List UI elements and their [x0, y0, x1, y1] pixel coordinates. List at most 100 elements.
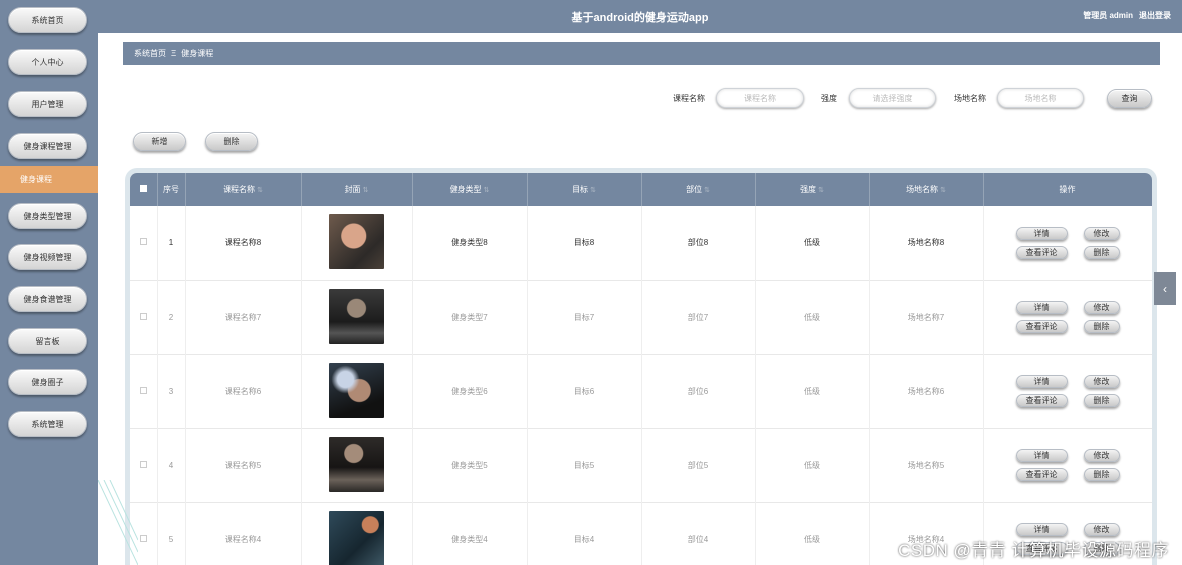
- row-checkbox[interactable]: [139, 238, 147, 246]
- intensity-select[interactable]: [849, 88, 936, 108]
- select-all-header: [130, 173, 158, 206]
- cell-name: 课程名称7: [185, 280, 302, 354]
- cell-intensity: 低级: [755, 280, 870, 354]
- detail-button[interactable]: 详情: [1015, 523, 1068, 536]
- row-delete-button[interactable]: 删除: [1083, 394, 1120, 407]
- sort-icon: ⇅: [362, 187, 369, 194]
- table-row: 4 课程名称5 健身类型5 目标5 部位5 低级 场地名称5 详情 修改 查看评…: [130, 428, 1152, 502]
- cell-goal: 目标7: [527, 280, 642, 354]
- cell-index: 4: [157, 428, 186, 502]
- sidebar-item-type-management[interactable]: 健身类型管理: [8, 203, 87, 229]
- venue-name-input[interactable]: [997, 88, 1084, 108]
- sidebar-item-user-management[interactable]: 用户管理: [8, 91, 87, 117]
- view-comments-button[interactable]: 查看评论: [1015, 245, 1068, 259]
- sidebar-item-message-board[interactable]: 留言板: [8, 328, 87, 354]
- query-button[interactable]: 查询: [1107, 89, 1152, 108]
- delete-button[interactable]: 删除: [205, 132, 258, 151]
- sidebar-item-course-management[interactable]: 健身课程管理: [8, 133, 87, 159]
- cell-part: 部位6: [641, 354, 756, 428]
- cell-index: 3: [157, 354, 186, 428]
- cell-part: 部位4: [641, 502, 756, 565]
- detail-button[interactable]: 详情: [1015, 301, 1068, 314]
- cell-type: 健身类型4: [412, 502, 528, 565]
- header-actions: 操作: [983, 173, 1152, 206]
- cell-goal: 目标5: [527, 428, 642, 502]
- row-delete-button[interactable]: 删除: [1083, 320, 1120, 333]
- cell-type: 健身类型8: [412, 206, 528, 280]
- breadcrumb-current: 健身课程: [181, 49, 214, 58]
- row-checkbox[interactable]: [139, 534, 147, 542]
- header-cover[interactable]: 封面 ⇅: [301, 173, 413, 206]
- sidebar-item-home[interactable]: 系统首页: [8, 7, 87, 33]
- cover-image[interactable]: [329, 362, 384, 418]
- edit-button[interactable]: 修改: [1083, 226, 1120, 240]
- cell-intensity: 低级: [755, 206, 870, 280]
- view-comments-button[interactable]: 查看评论: [1015, 320, 1068, 333]
- row-delete-button[interactable]: 删除: [1083, 468, 1120, 481]
- cover-image[interactable]: [329, 214, 384, 270]
- select-all-checkbox[interactable]: [139, 185, 147, 192]
- cell-type: 健身类型7: [412, 280, 528, 354]
- cell-type: 健身类型6: [412, 354, 528, 428]
- row-checkbox[interactable]: [139, 312, 147, 320]
- sidebar-item-recipe-management[interactable]: 健身食谱管理: [8, 286, 87, 312]
- venue-name-label: 场地名称: [954, 94, 986, 103]
- cover-image[interactable]: [329, 436, 384, 492]
- edit-button[interactable]: 修改: [1083, 523, 1120, 536]
- course-name-input[interactable]: [716, 88, 804, 108]
- header-name[interactable]: 课程名称 ⇅: [185, 173, 302, 206]
- cell-part: 部位5: [641, 428, 756, 502]
- cell-type: 健身类型5: [412, 428, 528, 502]
- row-checkbox[interactable]: [139, 386, 147, 394]
- header-venue[interactable]: 场地名称 ⇅: [869, 173, 984, 206]
- cell-goal: 目标4: [527, 502, 642, 565]
- row-delete-button[interactable]: 删除: [1083, 245, 1120, 259]
- breadcrumb-home[interactable]: 系统首页: [134, 48, 166, 59]
- sidebar-subitem-course[interactable]: 健身课程: [0, 166, 98, 193]
- course-table: 序号 课程名称 ⇅ 封面 ⇅ 健身类型 ⇅ 目标 ⇅ 部位 ⇅ 强度 ⇅ 场地名称 ⇅ 操作 …: [125, 168, 1157, 565]
- edit-button[interactable]: 修改: [1083, 301, 1120, 314]
- logout-link[interactable]: 退出登录: [1139, 10, 1171, 21]
- header-goal[interactable]: 目标 ⇅: [527, 173, 642, 206]
- cover-image[interactable]: [329, 288, 384, 344]
- app-title: 基于android的健身运动app: [571, 12, 709, 24]
- course-name-label: 课程名称: [673, 94, 705, 103]
- header-part[interactable]: 部位 ⇅: [641, 173, 756, 206]
- table-row: 1 课程名称8 健身类型8 目标8 部位8 低级 场地名称8 详情 修改 查看评…: [130, 206, 1152, 280]
- chevron-left-icon: ‹: [1163, 281, 1167, 296]
- breadcrumb-separator: Ξ: [171, 49, 177, 58]
- edit-button[interactable]: 修改: [1083, 449, 1120, 462]
- cell-index: 5: [157, 502, 186, 565]
- cover-image[interactable]: [329, 510, 384, 565]
- sidebar: 系统首页 个人中心 用户管理 健身课程管理 健身课程 健身类型管理 健身视频管理…: [0, 0, 98, 565]
- detail-button[interactable]: 详情: [1015, 375, 1068, 388]
- current-user: 管理员 admin: [1083, 11, 1133, 20]
- cell-name: 课程名称5: [185, 428, 302, 502]
- cell-goal: 目标8: [527, 206, 642, 280]
- view-comments-button[interactable]: 查看评论: [1015, 468, 1068, 481]
- cell-venue: 场地名称5: [869, 428, 984, 502]
- table-row: 3 课程名称6 健身类型6 目标6 部位6 低级 场地名称6 详情 修改 查看评…: [130, 354, 1152, 428]
- cell-part: 部位7: [641, 280, 756, 354]
- collapse-panel-button[interactable]: ‹: [1154, 272, 1176, 305]
- sidebar-item-system-management[interactable]: 系统管理: [8, 411, 87, 437]
- row-checkbox[interactable]: [139, 460, 147, 468]
- add-button[interactable]: 新增: [133, 132, 186, 151]
- sidebar-item-video-management[interactable]: 健身视频管理: [8, 244, 87, 270]
- sort-icon: ⇅: [940, 187, 946, 194]
- cell-name: 课程名称4: [185, 502, 302, 565]
- header-type[interactable]: 健身类型 ⇅: [412, 173, 528, 206]
- sort-icon: ⇅: [483, 187, 490, 194]
- detail-button[interactable]: 详情: [1015, 226, 1068, 240]
- sidebar-item-fitness-circle[interactable]: 健身圈子: [8, 369, 87, 395]
- view-comments-button[interactable]: 查看评论: [1015, 394, 1068, 407]
- cell-venue: 场地名称8: [869, 206, 984, 280]
- sort-icon: ⇅: [257, 187, 263, 194]
- edit-button[interactable]: 修改: [1083, 375, 1120, 388]
- header-intensity[interactable]: 强度 ⇅: [755, 173, 870, 206]
- watermark: CSDN @青青 计算机毕设源码程序: [898, 541, 1169, 560]
- top-bar: 基于android的健身运动app 管理员 admin 退出登录: [98, 0, 1182, 33]
- detail-button[interactable]: 详情: [1015, 449, 1068, 462]
- sort-icon: ⇅: [590, 187, 596, 194]
- sidebar-item-personal-center[interactable]: 个人中心: [8, 49, 87, 75]
